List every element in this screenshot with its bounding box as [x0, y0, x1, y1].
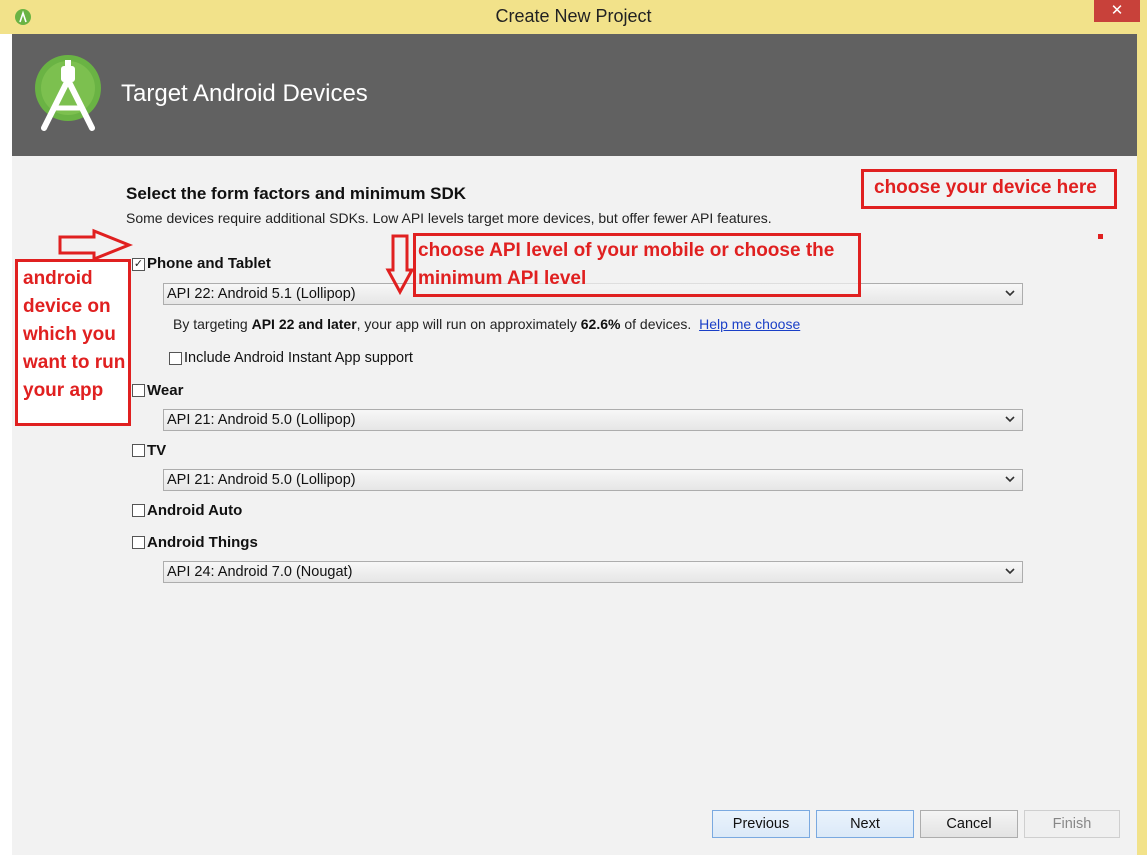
down-arrow-icon [385, 234, 415, 296]
annotation-arrows [58, 228, 415, 296]
window-border-right [1137, 34, 1147, 855]
create-project-dialog: Target Android Devices Select the form f… [12, 34, 1137, 855]
right-arrow-icon [58, 228, 134, 262]
close-window-button[interactable]: ✕ [1094, 0, 1140, 22]
annotation-left-note: android device on which you want to run … [15, 259, 131, 426]
window-title: Create New Project [495, 6, 652, 26]
window-title-bar: Create New Project ✕ [0, 0, 1147, 34]
